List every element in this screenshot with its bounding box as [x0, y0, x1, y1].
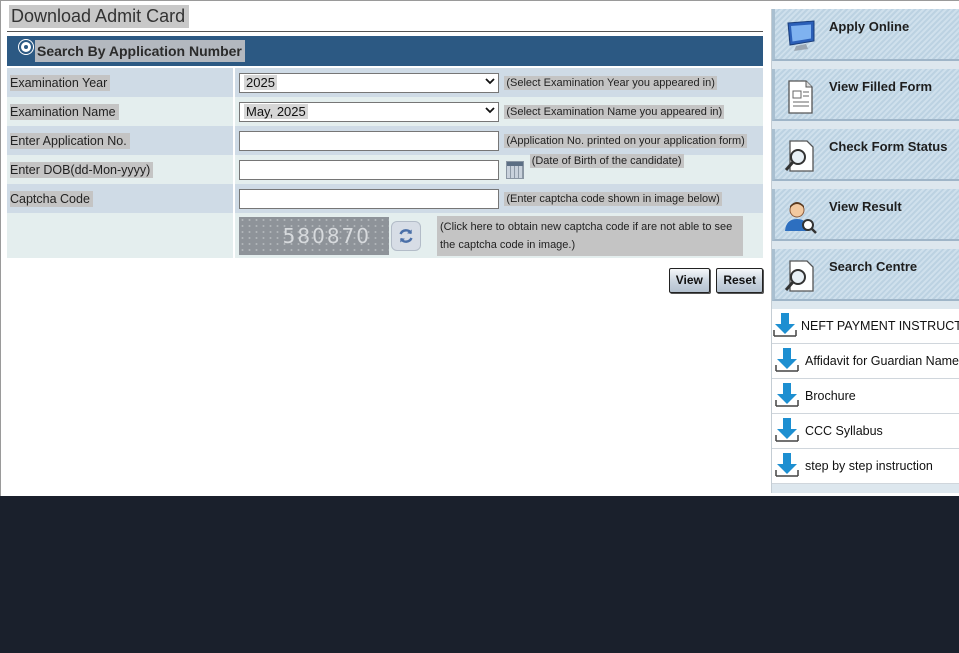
- footer-area: [0, 496, 959, 653]
- download-link-neft[interactable]: NEFT PAYMENT INSTRUCTIONS: [772, 309, 959, 344]
- search-document-icon: [779, 135, 821, 179]
- form-row-exam-name: Examination Name May, 2025 (Select Exami…: [7, 97, 763, 126]
- downloads-list: NEFT PAYMENT INSTRUCTIONS Affidavit for …: [772, 309, 959, 484]
- form-row-dob: Enter DOB(dd-Mon-yyyy) (Date of Birth of…: [7, 153, 763, 184]
- captcha-input[interactable]: [239, 188, 499, 209]
- search-by-application-radio[interactable]: [19, 40, 33, 54]
- download-arrow-icon: [772, 381, 802, 411]
- form-row-exam-year: Examination Year 2025 (Select Examinatio…: [7, 68, 763, 97]
- check-form-status-label: Check Form Status: [829, 138, 948, 154]
- captcha-refresh-hint[interactable]: (Click here to obtain new captcha code i…: [437, 215, 743, 256]
- exam-year-select[interactable]: 2025: [239, 72, 499, 93]
- admit-card-panel: Download Admit Card Search By Applicatio…: [7, 1, 763, 293]
- form-row-application-no: Enter Application No. (Application No. p…: [7, 126, 763, 155]
- download-arrow-icon: [772, 311, 798, 341]
- view-result-label: View Result: [829, 198, 902, 214]
- refresh-icon: [399, 228, 413, 243]
- view-result-button[interactable]: View Result: [772, 189, 959, 241]
- check-form-status-button[interactable]: Check Form Status: [772, 129, 959, 181]
- chevron-down-icon: [485, 106, 495, 117]
- search-option-bar: Search By Application Number: [7, 36, 763, 66]
- apply-online-button[interactable]: Apply Online: [772, 9, 959, 61]
- dob-label: Enter DOB(dd-Mon-yyyy): [10, 161, 154, 178]
- exam-name-label: Examination Name: [10, 103, 119, 120]
- form-actions: View Reset: [7, 268, 763, 293]
- title-bar: Download Admit Card: [7, 1, 763, 32]
- application-no-label: Enter Application No.: [10, 132, 130, 149]
- chevron-down-icon: [485, 77, 495, 88]
- exam-year-label: Examination Year: [10, 74, 111, 91]
- captcha-image: 580870: [239, 216, 389, 255]
- exam-name-hint: (Select Examination Name you appeared in…: [504, 104, 725, 119]
- view-button[interactable]: View: [668, 268, 710, 293]
- calendar-icon[interactable]: [506, 160, 525, 179]
- application-no-hint: (Application No. printed on your applica…: [504, 133, 747, 148]
- application-no-input[interactable]: [239, 130, 499, 151]
- user-search-icon: [779, 195, 821, 239]
- download-link-brochure[interactable]: Brochure: [772, 379, 959, 414]
- dob-input[interactable]: [239, 159, 499, 180]
- search-by-label: Search By Application Number: [35, 40, 245, 62]
- search-centre-label: Search Centre: [829, 258, 918, 274]
- download-arrow-icon: [772, 346, 802, 376]
- exam-name-select[interactable]: May, 2025: [239, 101, 499, 122]
- form-row-captcha: Captcha Code (Enter captcha code shown i…: [7, 184, 763, 213]
- page: Download Admit Card Search By Applicatio…: [0, 0, 959, 496]
- captcha-input-hint: (Enter captcha code shown in image below…: [504, 191, 722, 206]
- view-filled-form-label: View Filled Form: [829, 78, 933, 94]
- dob-hint: (Date of Birth of the candidate): [529, 153, 684, 168]
- admit-card-form: Examination Year 2025 (Select Examinatio…: [7, 68, 763, 258]
- reset-button[interactable]: Reset: [716, 268, 763, 293]
- download-link-ccc-syllabus[interactable]: CCC Syllabus: [772, 414, 959, 449]
- download-link-affidavit[interactable]: Affidavit for Guardian Name: [772, 344, 959, 379]
- form-row-captcha-image: 580870 (Click here to obtain new captcha…: [7, 213, 763, 258]
- refresh-captcha-button[interactable]: [391, 220, 421, 251]
- search-document-icon: [779, 255, 821, 299]
- download-arrow-icon: [772, 416, 802, 446]
- apply-online-label: Apply Online: [829, 18, 910, 34]
- download-link-step-by-step[interactable]: step by step instruction: [772, 449, 959, 484]
- captcha-label: Captcha Code: [10, 190, 93, 207]
- download-arrow-icon: [772, 451, 802, 481]
- search-centre-button[interactable]: Search Centre: [772, 249, 959, 301]
- page-title: Download Admit Card: [9, 5, 190, 28]
- view-filled-form-button[interactable]: View Filled Form: [772, 69, 959, 121]
- exam-year-hint: (Select Examination Year you appeared in…: [504, 75, 717, 90]
- monitor-icon: [779, 15, 821, 59]
- sidebar: Apply Online View Filled Form Check Form…: [771, 9, 959, 493]
- document-icon: [779, 75, 821, 119]
